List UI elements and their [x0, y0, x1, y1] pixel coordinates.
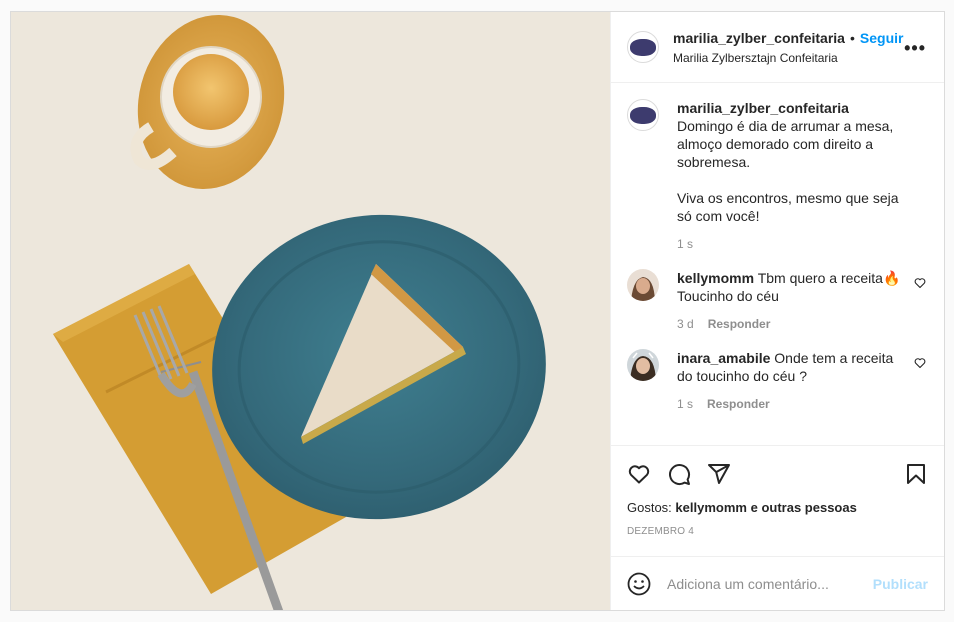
reply-button[interactable]: Responder [707, 395, 770, 413]
caption-text-block: marilia_zylber_confeitaria Domingo é dia… [677, 99, 905, 225]
comment-meta: 1 s Responder [677, 395, 905, 413]
emoji-icon[interactable] [627, 572, 651, 596]
author-username[interactable]: marilia_zylber_confeitaria [673, 30, 845, 46]
caption-username[interactable]: marilia_zylber_confeitaria [677, 100, 849, 116]
comment-text-block: inara_amabile Onde tem a receita do touc… [677, 349, 905, 385]
caption-body: marilia_zylber_confeitaria Domingo é dia… [677, 99, 905, 253]
comment-input[interactable] [667, 575, 873, 592]
like-small-icon[interactable] [914, 357, 926, 369]
header-line: marilia_zylber_confeitaria • Seguir [673, 30, 903, 46]
comment-body: kellymomm Tbm quero a receita🔥 Toucinho … [677, 269, 905, 333]
author-full-name: Marilia Zylbersztajn Confeitaria [673, 50, 838, 65]
avatar[interactable] [627, 269, 659, 301]
comment-text-block: kellymomm Tbm quero a receita🔥 Toucinho … [677, 269, 905, 305]
post-header: marilia_zylber_confeitaria • Seguir Mari… [611, 12, 944, 83]
comment-time[interactable]: 3 d [677, 315, 694, 333]
like-small-icon[interactable] [914, 277, 926, 289]
post-sidebar: marilia_zylber_confeitaria • Seguir Mari… [610, 12, 944, 610]
avatar[interactable] [627, 349, 659, 381]
bakery-logo-icon[interactable] [627, 99, 659, 131]
coffee [173, 54, 249, 130]
instagram-post: marilia_zylber_confeitaria • Seguir Mari… [10, 11, 945, 611]
caption-meta: 1 s [677, 235, 905, 253]
reply-button[interactable]: Responder [708, 315, 771, 333]
heart-icon[interactable] [627, 462, 651, 486]
bookmark-icon[interactable] [904, 462, 928, 486]
post-date[interactable]: DEZEMBRO 4 [627, 526, 928, 537]
post-photo[interactable] [11, 12, 610, 610]
logo-mark [630, 106, 656, 124]
comment-body: inara_amabile Onde tem a receita do touc… [677, 349, 905, 413]
add-comment-bar: Publicar [611, 556, 944, 610]
more-options-icon[interactable]: ••• [904, 38, 926, 59]
caption-text: Domingo é dia de arrumar a mesa, almoço … [677, 118, 899, 224]
list-item: kellymomm Tbm quero a receita🔥 Toucinho … [627, 269, 928, 333]
comment-icon[interactable] [667, 462, 691, 486]
caption: marilia_zylber_confeitaria Domingo é dia… [627, 99, 928, 253]
comment-time[interactable]: 1 s [677, 395, 693, 413]
comment-meta: 3 d Responder [677, 315, 905, 333]
list-item: inara_amabile Onde tem a receita do touc… [627, 349, 928, 413]
action-icons [627, 460, 928, 488]
comment-username[interactable]: inara_amabile [677, 350, 770, 366]
likes-others[interactable]: outras pessoas [761, 500, 856, 515]
comments-list[interactable]: marilia_zylber_confeitaria Domingo é dia… [611, 83, 944, 445]
bakery-logo-icon[interactable] [627, 31, 659, 63]
likes-user[interactable]: kellymomm [675, 500, 747, 515]
share-icon[interactable] [707, 462, 731, 486]
logo-mark [630, 38, 656, 56]
publish-button[interactable]: Publicar [873, 576, 928, 592]
likes-summary: Gostos: kellymomm e outras pessoas [627, 500, 928, 515]
header-text: marilia_zylber_confeitaria • Seguir Mari… [673, 30, 903, 65]
comment-username[interactable]: kellymomm [677, 270, 754, 286]
post-actions: Gostos: kellymomm e outras pessoas DEZEM… [611, 445, 944, 556]
likes-conjunction: e [750, 500, 758, 515]
follow-button[interactable]: Seguir [860, 30, 904, 46]
separator-dot: • [849, 29, 855, 46]
likes-prefix: Gostos: [627, 500, 672, 515]
caption-time[interactable]: 1 s [677, 235, 693, 253]
